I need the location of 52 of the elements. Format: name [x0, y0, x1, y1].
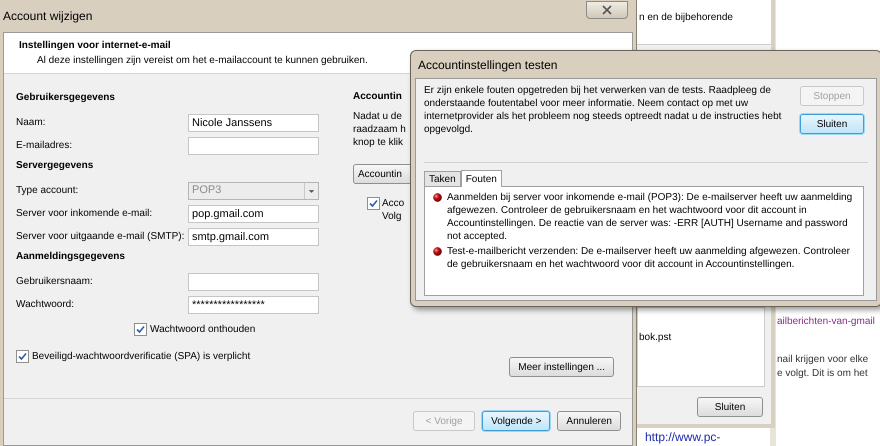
dialog-button[interactable]: Annuleren: [557, 411, 621, 431]
dialog-button[interactable]: Sluiten: [697, 397, 763, 417]
field-label: Server voor inkomende e-mail:: [16, 207, 154, 221]
message-text: Er zijn enkele fouten opgetreden bij het verwerken van de tests. Raadpleeg de onderstaande foutentabel voor meer informatie. Neem contact op met uw internetprovider als het probleem nog steeds optreedt nadat u de instructies hebt opgevolgd.: [424, 84, 782, 137]
file-name: bok.pst: [639, 332, 672, 343]
page-text: e volgt. Dit is om het: [777, 367, 869, 381]
input-field[interactable]: *****************: [188, 296, 319, 314]
dialog-text: n en de bijbehorende: [639, 12, 733, 23]
field-label: Type account:: [16, 184, 80, 198]
section-heading: Accountin: [353, 90, 402, 104]
description-text: Nadat u de: [353, 110, 402, 123]
field-label: Gebruikersnaam:: [16, 275, 94, 289]
field-label: E-mailadres:: [16, 139, 74, 153]
checkbox-label: Volg: [382, 210, 402, 223]
field-label: Wachtwoord:: [16, 298, 75, 312]
close-icon: [602, 5, 612, 15]
checkbox-label: Beveiligd-wachtwoordverificatie (SPA) is verplicht: [32, 350, 250, 364]
checkbox[interactable]: [367, 197, 380, 210]
dialog-button[interactable]: Sluiten: [800, 114, 864, 134]
description-text: knop te klik: [353, 136, 404, 149]
section-heading: Aanmeldingsgegevens: [16, 250, 126, 264]
link-text[interactable]: http://www.pc-: [645, 430, 720, 444]
page-text: nail krijgen voor elke: [777, 353, 870, 367]
input-field[interactable]: pop.gmail.com: [188, 204, 319, 222]
field-label: Naam:: [16, 116, 46, 130]
test-account-button[interactable]: Accountin: [353, 164, 411, 184]
error-message: Test-e-mailbericht verzenden: De e-mailserver heeft uw aanmelding afgewezen. Controleer de gebruikersnaam en het wachtwoord voor dit account in Accountinstellingen.: [447, 245, 851, 271]
input-field[interactable]: Nicole Janssens: [188, 114, 319, 132]
description-text: raadzaam h: [353, 123, 406, 136]
dialog-button[interactable]: Volgende >: [482, 411, 550, 431]
error-icon: [433, 247, 442, 256]
field-label: Server voor uitgaande e-mail (SMTP):: [16, 230, 186, 244]
checkbox-label: Acco: [382, 197, 404, 210]
window-title: Account wijzigen: [3, 8, 92, 25]
dialog-button[interactable]: Meer instellingen ...: [509, 357, 614, 377]
section-heading: Servergegevens: [16, 159, 94, 173]
input-field[interactable]: [188, 136, 319, 154]
tab[interactable]: Taken: [424, 171, 461, 186]
checkbox[interactable]: [134, 323, 147, 336]
input-field[interactable]: [188, 272, 319, 290]
window-title: Accountinstellingen testen: [418, 56, 558, 74]
link-text[interactable]: ailberichten-van-gmail: [777, 314, 880, 329]
error-message: Aanmelden bij server voor inkomende e-mail (POP3): De e-mailserver heeft uw aanmelding afgewezen. Controleer de gebruikersnaam en het wachtwoord voor dit account in Accountinstellingen. De reactie van de server was: -ERR [AUTH] Username and password not accepted.: [447, 191, 854, 243]
input-field[interactable]: smtp.gmail.com: [188, 228, 319, 246]
tab[interactable]: Fouten: [460, 170, 502, 187]
checkbox[interactable]: [16, 350, 29, 363]
header-title: Instellingen voor internet-e-mail: [19, 39, 172, 53]
checkbox-label: Wachtwoord onthouden: [150, 323, 256, 337]
error-icon: [433, 193, 442, 202]
close-button[interactable]: [586, 1, 628, 19]
header-subtitle: Al deze instellingen zijn vereist om het e-mailaccount te kunnen gebruiken.: [37, 54, 368, 68]
section-heading: Gebruikersgegevens: [16, 91, 116, 105]
